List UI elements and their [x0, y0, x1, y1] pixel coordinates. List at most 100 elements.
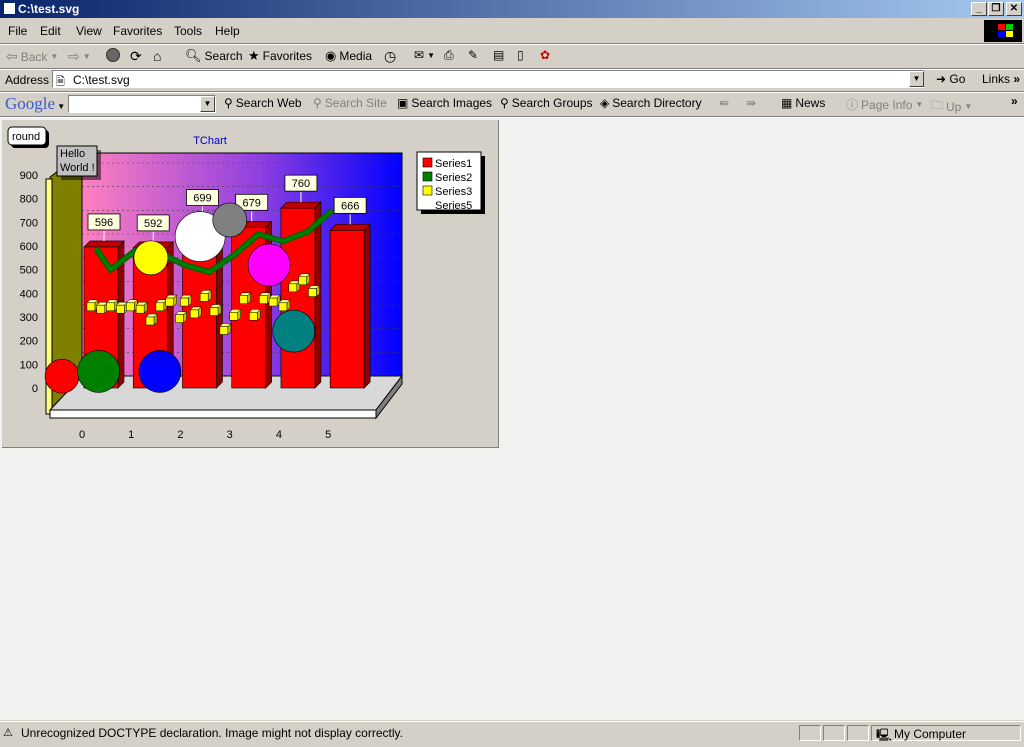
- x-tick-label: 2: [177, 429, 183, 441]
- next-result-button[interactable]: ⇛: [746, 96, 756, 110]
- edit-icon: ✎: [468, 48, 479, 62]
- point: [249, 312, 258, 321]
- previous-result-button[interactable]: ⇚: [719, 96, 729, 110]
- print-icon: ⎙: [444, 48, 454, 62]
- research-button[interactable]: ✿: [540, 48, 550, 62]
- news-icon: ▦: [781, 96, 793, 110]
- bar-top: [280, 201, 322, 209]
- search-images-button[interactable]: ▣ Search Images: [397, 96, 492, 110]
- folder-up-icon: 🗀︎: [931, 98, 944, 112]
- status-pane-2: [823, 725, 845, 741]
- menu-favorites[interactable]: Favorites: [113, 24, 162, 38]
- status-pane-1: [799, 725, 821, 741]
- minimize-button[interactable]: _: [971, 2, 987, 16]
- legend-swatch: [422, 185, 433, 196]
- point: [145, 316, 155, 326]
- google-toolbar-overflow[interactable]: »: [1011, 94, 1018, 108]
- menu-file[interactable]: File: [8, 24, 27, 38]
- chart-floor-edge: [49, 409, 377, 419]
- google-search-dropdown[interactable]: ▼: [200, 96, 215, 112]
- standard-toolbar: ⇦ Back ▼ ⇨ ▼ ⟳ ⌂ 🔍︎ Search ★ Favorites ◉ M…: [0, 44, 1024, 68]
- history-button[interactable]: ◷: [384, 48, 396, 65]
- data-label: 679: [243, 197, 261, 209]
- go-button[interactable]: ➜ Go: [936, 72, 965, 86]
- medal-icon: ✿: [540, 48, 551, 62]
- maximize-button[interactable]: ❐: [988, 2, 1004, 16]
- menu-help[interactable]: Help: [215, 24, 240, 38]
- page-icon: 🗎︎: [56, 76, 65, 88]
- search-site-button[interactable]: ⚲ Search Site: [313, 96, 387, 110]
- point: [175, 314, 184, 323]
- y-tick-label: 300: [20, 312, 38, 324]
- search-groups-button[interactable]: ⚲ Search Groups: [500, 96, 593, 110]
- bubble: [138, 350, 182, 393]
- info-icon: ⓘ: [846, 98, 859, 112]
- page-info-button[interactable]: ⓘ Page Info ▼: [846, 96, 923, 113]
- home-button[interactable]: ⌂: [153, 48, 161, 64]
- title-bar: C:\test.svg _ ❐ ✕: [0, 0, 1024, 18]
- legend-label: Series5: [435, 200, 472, 212]
- stop-button[interactable]: [106, 48, 120, 62]
- x-tick-label: 5: [325, 429, 331, 441]
- groups-icon: ⚲: [500, 96, 509, 110]
- point: [268, 297, 278, 307]
- point: [116, 304, 125, 314]
- menu-tools[interactable]: Tools: [174, 24, 202, 38]
- y-tick-label: 900: [20, 170, 38, 182]
- zone-pane: 🖳︎ My Computer: [871, 725, 1021, 742]
- search-directory-button[interactable]: ◈ Search Directory: [600, 96, 702, 110]
- menu-bar: File Edit View Favorites Tools Help: [0, 20, 1024, 42]
- bubble: [133, 240, 169, 276]
- discuss-icon: ▤: [493, 48, 505, 62]
- search-icon: 🔍︎: [185, 48, 202, 63]
- menu-view[interactable]: View: [76, 24, 102, 38]
- address-input[interactable]: 🗎︎ C:\test.svg: [52, 70, 924, 88]
- tchart-panel: 0 100 200 300 400 500 600 700 800 900 0 1 2 3 4 5 TChart…: [2, 120, 499, 448]
- google-search-input[interactable]: [68, 95, 216, 113]
- search-button[interactable]: 🔍︎ Search: [185, 48, 243, 64]
- point: [165, 297, 174, 307]
- home-icon: ⌂: [153, 48, 162, 64]
- refresh-button[interactable]: ⟳: [130, 48, 142, 65]
- bubble: [272, 309, 315, 353]
- legend-label: Series1: [435, 158, 472, 170]
- forward-button[interactable]: ⇨ ▼: [68, 48, 91, 65]
- y-tick-label: 700: [20, 217, 38, 229]
- bubble: [44, 358, 80, 394]
- point: [86, 302, 96, 312]
- edit-button[interactable]: ✎: [468, 48, 478, 62]
- point: [190, 309, 199, 319]
- x-tick-label: 1: [128, 429, 134, 441]
- favorites-button[interactable]: ★ Favorites: [248, 48, 312, 64]
- favorites-icon: ★: [248, 48, 260, 63]
- status-pane-3: [847, 725, 869, 741]
- address-bar: Address 🗎︎ C:\test.svg ▼ ➜ Go Links »: [0, 69, 1024, 91]
- back-button[interactable]: ⇦ Back ▼: [6, 48, 58, 65]
- point: [199, 293, 209, 302]
- data-label: 596: [95, 217, 113, 229]
- close-button[interactable]: ✕: [1006, 2, 1022, 16]
- point: [135, 304, 145, 314]
- links-button[interactable]: Links »: [982, 72, 1020, 86]
- discuss-button[interactable]: ▤: [493, 48, 504, 62]
- media-icon: ◉: [325, 48, 337, 63]
- print-button[interactable]: ⎙: [444, 48, 454, 63]
- windows-logo: [984, 20, 1022, 42]
- news-button[interactable]: ▦ News: [781, 96, 825, 110]
- data-label: 760: [292, 178, 310, 190]
- history-icon: ◷: [384, 48, 397, 64]
- y-tick-label: 600: [20, 241, 38, 253]
- legend-label: Series2: [435, 172, 472, 184]
- directory-icon: ◈: [600, 96, 610, 110]
- mail-button[interactable]: ✉ ▼: [414, 48, 435, 62]
- google-logo[interactable]: Google ▼: [5, 94, 65, 114]
- back-arrow-icon: ⇦: [6, 48, 18, 64]
- address-dropdown[interactable]: ▼: [909, 71, 924, 87]
- menu-edit[interactable]: Edit: [40, 24, 61, 38]
- legend-swatch: [422, 171, 433, 182]
- point: [229, 312, 238, 321]
- up-button[interactable]: 🗀︎ Up ▼: [931, 96, 972, 117]
- search-web-button[interactable]: ⚲ Search Web: [224, 96, 302, 110]
- media-button[interactable]: ◉ Media: [325, 48, 372, 64]
- messenger-button[interactable]: ▯: [517, 48, 524, 62]
